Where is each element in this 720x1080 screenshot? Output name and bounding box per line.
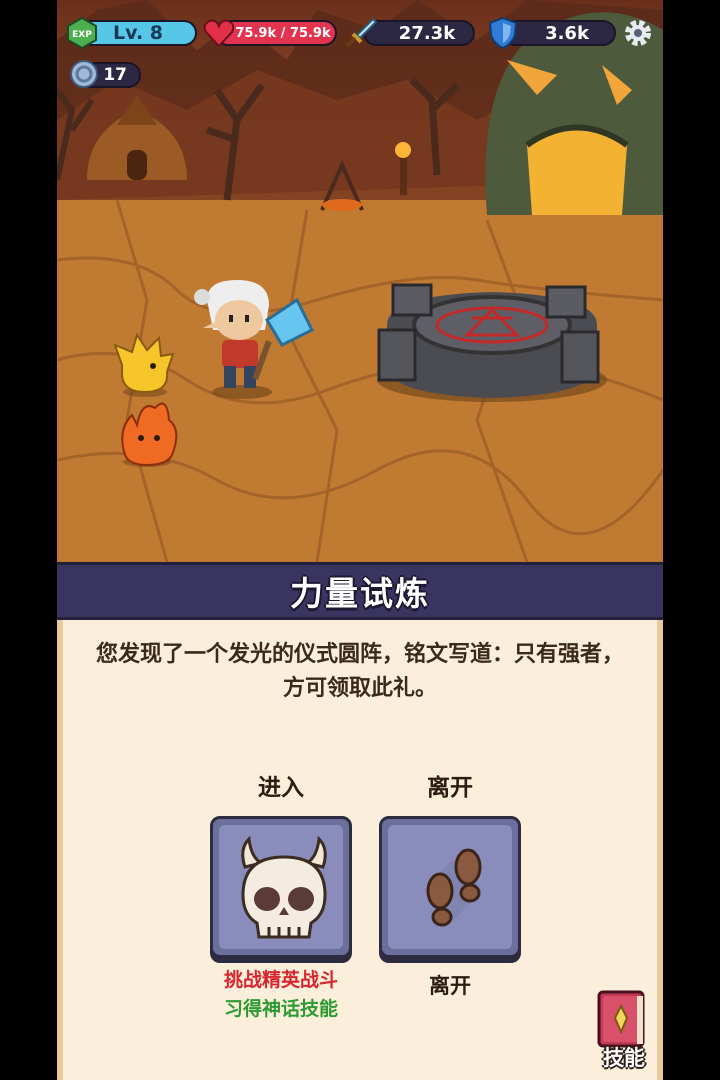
battle-scene: Lv. 8 EXP 75.9k / 75.9k 27.3k 3.6k 17 <box>57 0 663 562</box>
defense-text: 3.6k <box>545 22 589 44</box>
choice-leave-label: 离开 <box>427 775 473 801</box>
leave-choice-button[interactable] <box>379 816 521 958</box>
horned-skull-icon <box>241 835 327 939</box>
skills-button[interactable]: 技能 <box>589 988 659 1072</box>
heart-icon <box>203 19 235 48</box>
enter-choice-button[interactable] <box>210 816 352 958</box>
skills-label: 技能 <box>603 1046 645 1070</box>
level-text: Lv. 8 <box>113 22 163 44</box>
coin-count: 17 <box>103 65 127 85</box>
footprints-icon <box>424 848 482 927</box>
coin-icon <box>70 60 98 88</box>
defense-stat: 3.6k <box>502 20 616 46</box>
gear-icon[interactable] <box>623 18 653 48</box>
event-panel: 您发现了一个发光的仪式圆阵，铭文写道：只有强者，方可领取此礼。 进入 挑战精英战… <box>57 620 663 1080</box>
sword-icon <box>345 17 377 48</box>
event-description: 您发现了一个发光的仪式圆阵，铭文写道：只有强者，方可领取此礼。 <box>95 642 624 701</box>
choice-enter-label: 进入 <box>258 775 304 801</box>
exp-badge-icon: EXP <box>67 16 97 50</box>
spellbook-icon <box>597 990 645 1048</box>
exp-label: EXP <box>72 30 92 40</box>
event-title-banner: 力量试炼 <box>57 562 663 620</box>
leave-caption: 离开 <box>429 974 471 998</box>
hp-text: 75.9k / 75.9k <box>235 25 331 41</box>
attack-text: 27.3k <box>398 22 456 44</box>
game-frame: Lv. 8 EXP 75.9k / 75.9k 27.3k 3.6k 17 力量… <box>57 0 663 1080</box>
attack-stat: 27.3k <box>363 20 475 46</box>
shield-icon <box>488 16 518 50</box>
event-title: 力量试炼 <box>290 574 430 613</box>
scene-artwork <box>57 0 663 562</box>
